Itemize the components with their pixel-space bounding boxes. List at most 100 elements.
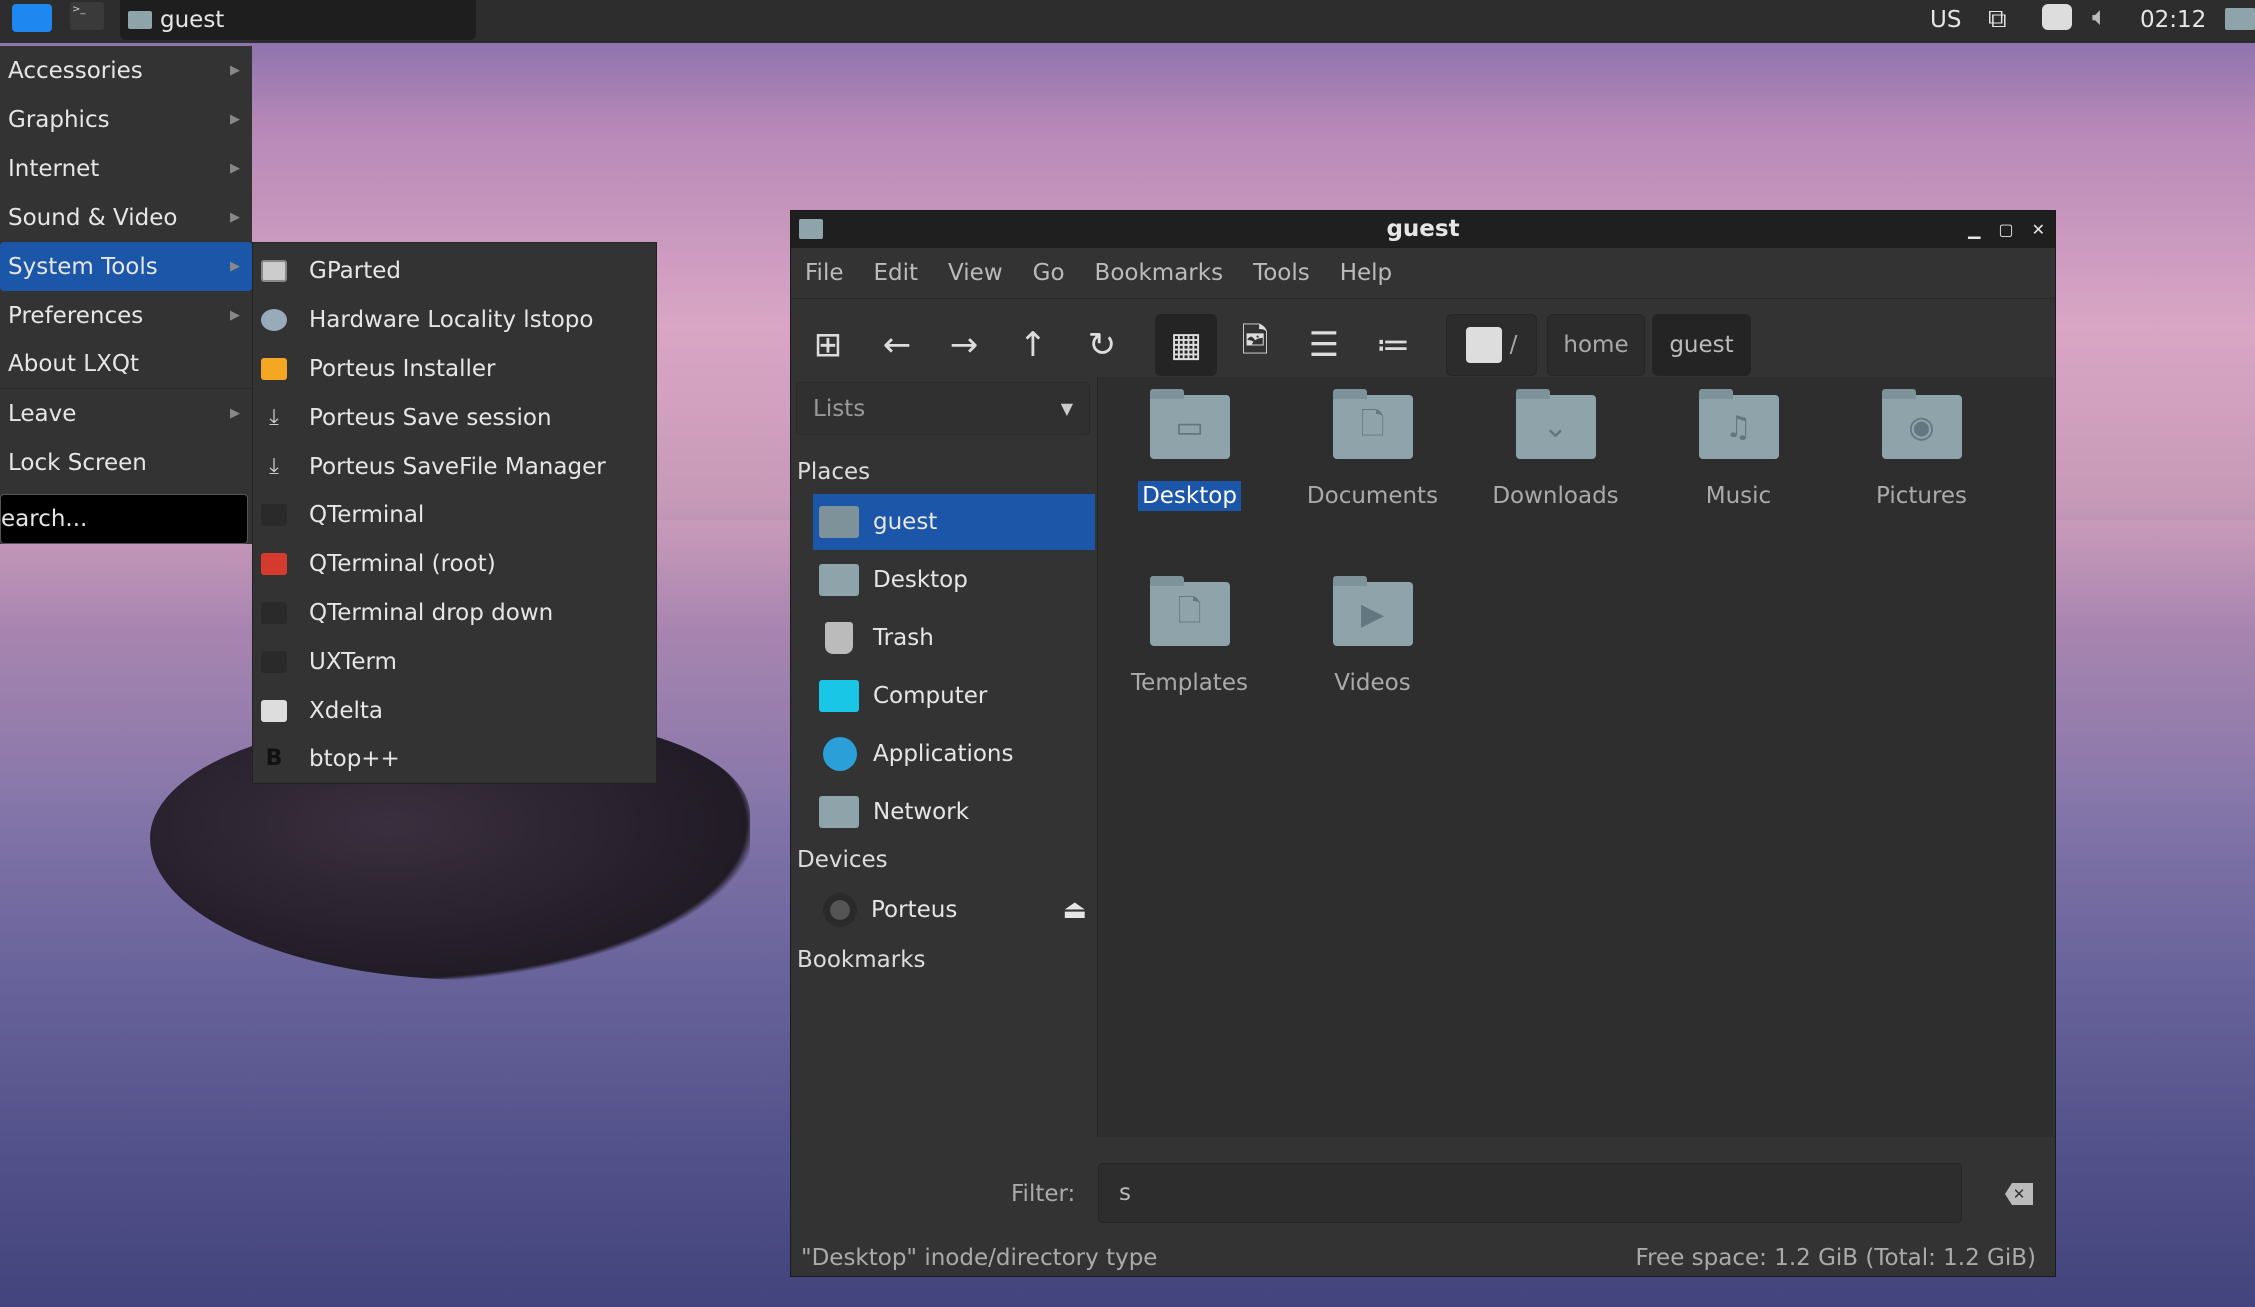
list-icon: ☰	[1308, 325, 1340, 365]
submenu-item[interactable]: Bbtop++	[253, 735, 656, 784]
breadcrumb-home[interactable]: home	[1547, 314, 1645, 376]
minimize-button[interactable]: ▁	[1968, 211, 1980, 248]
menu-item-internet[interactable]: Internet ▶	[0, 144, 252, 193]
menu-view[interactable]: View	[948, 260, 1003, 286]
menu-item-graphics[interactable]: Graphics ▶	[0, 95, 252, 144]
side-pane-mode-select[interactable]: Lists ▼	[796, 382, 1090, 435]
menu-bookmarks[interactable]: Bookmarks	[1095, 260, 1224, 286]
back-button[interactable]: ←	[866, 314, 928, 376]
breadcrumb-guest[interactable]: guest	[1652, 314, 1751, 376]
file-item-documents[interactable]: 🗋 Documents	[1281, 389, 1464, 582]
breadcrumb-root[interactable]: /	[1446, 314, 1537, 376]
submenu-item[interactable]: QTerminal drop down	[253, 589, 656, 638]
eject-icon[interactable]: ⏏	[1062, 895, 1087, 925]
disk-icon	[823, 893, 857, 927]
forward-button[interactable]: →	[933, 314, 995, 376]
icon-view-button[interactable]: ▦	[1155, 314, 1217, 376]
menu-item-leave[interactable]: Leave ▶	[0, 389, 252, 438]
menu-edit[interactable]: Edit	[874, 260, 919, 286]
new-tab-button[interactable]: ⊞	[797, 314, 859, 376]
file-name: Desktop	[1138, 481, 1241, 511]
terminal-icon	[261, 650, 287, 673]
places-heading: Places	[797, 459, 871, 485]
chevron-right-icon: ▶	[230, 259, 240, 274]
menu-item-lock-screen[interactable]: Lock Screen	[0, 438, 252, 487]
submenu-item[interactable]: QTerminal	[253, 491, 656, 540]
file-item-videos[interactable]: ▶ Videos	[1281, 576, 1464, 769]
task-title: guest	[160, 7, 225, 33]
file-name: Music	[1705, 483, 1772, 509]
menu-bar: File Edit View Go Bookmarks Tools Help	[791, 248, 2055, 299]
xdelta-icon	[261, 699, 287, 722]
menu-search-input[interactable]: earch...	[0, 494, 248, 544]
network-icon[interactable]: ⧉	[1988, 4, 2007, 35]
file-item-downloads[interactable]: ⌄ Downloads	[1464, 389, 1647, 582]
home-folder-icon	[819, 506, 859, 538]
menu-item-preferences[interactable]: Preferences ▶	[0, 291, 252, 340]
toolbar: ⊞ ← → ↑ ↻ ▦ 🖻︎ ☰ ≔ / home guest	[791, 299, 2055, 385]
menu-tools[interactable]: Tools	[1253, 260, 1310, 286]
menu-file[interactable]: File	[805, 260, 844, 286]
place-label: Applications	[873, 741, 1014, 767]
submenu-item[interactable]: ⤓ Porteus SaveFile Manager	[253, 442, 656, 491]
file-view: ▭ Desktop 🗋 Documents ⌄ Downloads ♫ Music ◉ Pictu…	[1097, 377, 2053, 1137]
device-porteus[interactable]: Porteus ⏏	[813, 882, 1095, 938]
arrow-right-icon: →	[949, 325, 979, 365]
status-selection: "Desktop" inode/directory type	[801, 1245, 1158, 1271]
download-icon: ⤓	[269, 453, 279, 479]
submenu-item[interactable]: ⤓ Porteus Save session	[253, 393, 656, 442]
submenu-item[interactable]: QTerminal (root)	[253, 540, 656, 589]
thumbnail-view-button[interactable]: 🖻︎	[1224, 314, 1286, 376]
file-item-pictures[interactable]: ◉ Pictures	[1830, 389, 2013, 582]
menu-item-system-tools[interactable]: System Tools ▶	[0, 242, 252, 291]
keyboard-layout[interactable]: US	[1930, 0, 1961, 40]
file-name: Documents	[1306, 483, 1439, 509]
submenu-item[interactable]: GParted	[253, 247, 656, 296]
title-bar[interactable]: guest ▁ ▢ ✕	[791, 211, 2055, 248]
chevron-right-icon: ▶	[230, 161, 240, 176]
submenu-item-label: Xdelta	[309, 697, 384, 724]
submenu-item[interactable]: UXTerm	[253, 637, 656, 686]
menu-item-accessories[interactable]: Accessories ▶	[0, 46, 252, 95]
clear-filter-icon[interactable]: ✕	[2005, 1183, 2033, 1205]
menu-item-sound-video[interactable]: Sound & Video ▶	[0, 193, 252, 242]
file-item-music[interactable]: ♫ Music	[1647, 389, 1830, 582]
submenu-item[interactable]: Xdelta	[253, 686, 656, 735]
folder-templates-icon: 🗋	[1149, 576, 1230, 646]
volume-icon[interactable]: 🔈︎	[2092, 2, 2108, 33]
maximize-button[interactable]: ▢	[1998, 211, 2013, 248]
place-applications[interactable]: Applications	[813, 726, 1095, 782]
menu-item-label: Sound & Video	[8, 204, 178, 231]
submenu-item-label: GParted	[309, 258, 401, 285]
submenu-item[interactable]: Porteus Installer	[253, 345, 656, 394]
menu-item-about-lxqt[interactable]: About LXQt	[0, 340, 252, 389]
show-desktop-icon[interactable]	[2225, 8, 2255, 30]
submenu-item-label: QTerminal	[309, 502, 425, 529]
detailed-view-button[interactable]: ≔	[1362, 314, 1424, 376]
compact-view-button[interactable]: ☰	[1293, 314, 1355, 376]
notification-icon[interactable]	[2042, 4, 2072, 30]
menu-help[interactable]: Help	[1340, 260, 1392, 286]
place-label: Desktop	[873, 567, 968, 593]
filter-input[interactable]: s	[1098, 1163, 1962, 1223]
terminal-launcher-icon[interactable]: >_	[70, 2, 104, 30]
place-computer[interactable]: Computer	[813, 668, 1095, 724]
place-desktop[interactable]: Desktop	[813, 552, 1095, 608]
submenu-item[interactable]: Hardware Locality lstopo	[253, 296, 656, 345]
close-button[interactable]: ✕	[2032, 211, 2045, 248]
file-item-desktop[interactable]: ▭ Desktop	[1098, 389, 1281, 582]
file-item-templates[interactable]: 🗋 Templates	[1098, 576, 1281, 769]
chevron-right-icon: ▶	[230, 63, 240, 78]
place-trash[interactable]: Trash	[813, 610, 1095, 666]
place-guest[interactable]: guest	[813, 494, 1095, 550]
clock[interactable]: 02:12	[2140, 0, 2206, 40]
menu-go[interactable]: Go	[1033, 260, 1065, 286]
file-name: Pictures	[1875, 483, 1968, 509]
submenu-item-label: btop++	[309, 746, 400, 773]
place-network[interactable]: Network	[813, 784, 1095, 840]
root-label: /	[1509, 332, 1518, 358]
up-button[interactable]: ↑	[1002, 314, 1064, 376]
taskbar-task-guest[interactable]: guest	[120, 0, 476, 40]
app-menu-button[interactable]	[12, 4, 52, 32]
reload-button[interactable]: ↻	[1071, 314, 1133, 376]
